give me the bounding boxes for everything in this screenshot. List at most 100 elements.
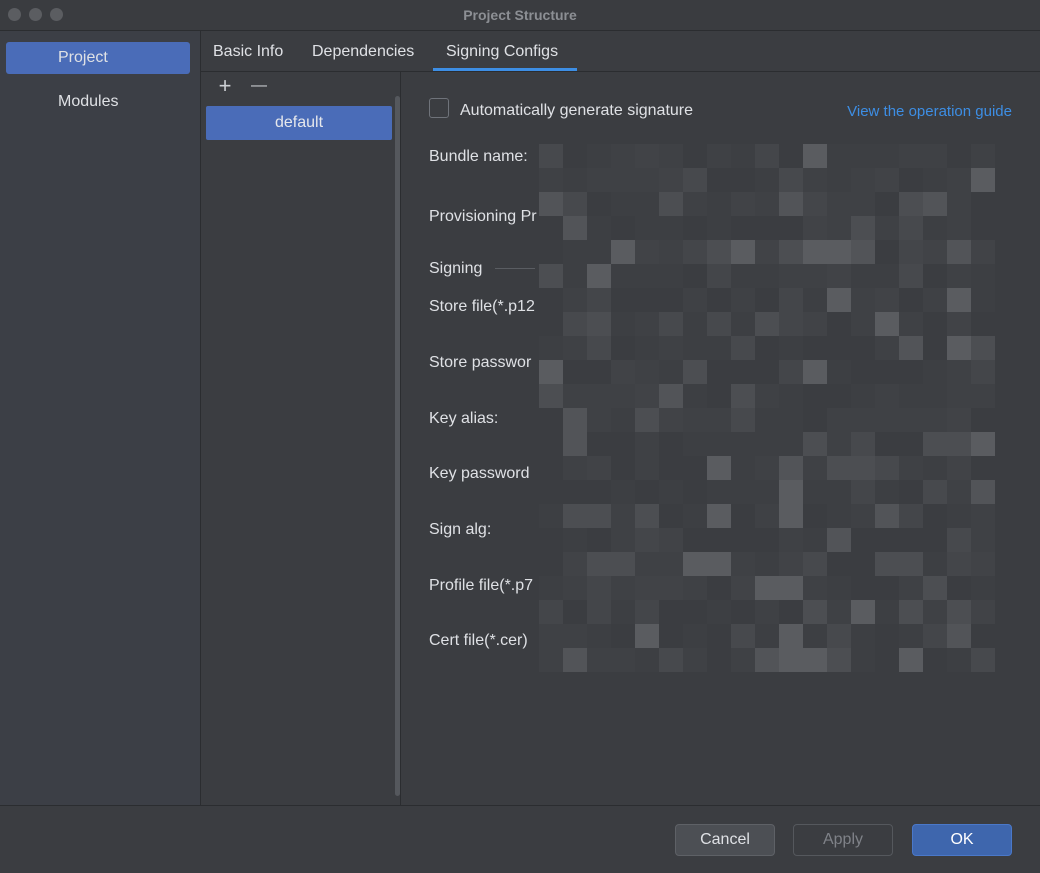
mosaic-tile [563,168,587,192]
mosaic-tile [563,336,587,360]
mosaic-tile [851,192,875,216]
mosaic-tile [563,528,587,552]
mosaic-tile [899,456,923,480]
mosaic-tile [827,576,851,600]
mosaic-tile [587,504,611,528]
mosaic-tile [539,648,563,672]
mosaic-tile [755,264,779,288]
mosaic-tile [539,552,563,576]
config-list-scrollbar[interactable] [395,96,400,796]
sidebar-item-modules[interactable]: Modules [6,86,190,118]
remove-config-button[interactable]: — [247,74,271,98]
mosaic-tile [563,144,587,168]
mosaic-tile [683,144,707,168]
mosaic-tile [827,336,851,360]
mosaic-tile [875,456,899,480]
mosaic-tile [731,504,755,528]
mosaic-tile [803,192,827,216]
mosaic-tile [947,192,971,216]
mosaic-tile [683,216,707,240]
mosaic-tile [803,480,827,504]
mosaic-tile [755,216,779,240]
operation-guide-link[interactable]: View the operation guide [847,103,1012,120]
mosaic-tile [755,576,779,600]
mosaic-tile [755,432,779,456]
mosaic-tile [731,408,755,432]
mosaic-tile [827,456,851,480]
tab-dependencies[interactable]: Dependencies [312,43,414,61]
mosaic-tile [587,168,611,192]
mosaic-tile [635,552,659,576]
mosaic-tile [707,624,731,648]
mosaic-tile [947,312,971,336]
mosaic-tile [899,528,923,552]
mosaic-tile [875,624,899,648]
mosaic-tile [899,624,923,648]
mosaic-tile [659,624,683,648]
mosaic-tile [923,240,947,264]
mosaic-tile [851,456,875,480]
mosaic-tile [827,408,851,432]
mosaic-tile [707,648,731,672]
mosaic-tile [755,288,779,312]
signing-section-divider [495,268,535,269]
mosaic-tile [611,264,635,288]
config-item-default[interactable]: default [206,106,392,140]
mosaic-tile [851,648,875,672]
mosaic-tile [611,144,635,168]
mosaic-tile [611,600,635,624]
mosaic-tile [923,408,947,432]
mosaic-tile [683,648,707,672]
mosaic-tile [563,552,587,576]
mosaic-tile [755,384,779,408]
mosaic-tile [635,216,659,240]
mosaic-tile [899,408,923,432]
auto-generate-signature-checkbox[interactable] [429,98,449,118]
mosaic-tile [731,360,755,384]
mosaic-tile [971,480,995,504]
mosaic-tile [779,456,803,480]
mosaic-tile [707,216,731,240]
ok-button[interactable]: OK [912,824,1012,856]
cancel-button[interactable]: Cancel [675,824,775,856]
mosaic-tile [587,408,611,432]
mosaic-tile [947,600,971,624]
auto-generate-signature-label[interactable]: Automatically generate signature [460,102,693,120]
mosaic-tile [539,288,563,312]
mosaic-tile [539,480,563,504]
mosaic-tile [971,240,995,264]
tab-basic-info[interactable]: Basic Info [213,43,283,61]
mosaic-tile [851,504,875,528]
mosaic-tile [923,432,947,456]
mosaic-tile [635,240,659,264]
sidebar-item-project[interactable]: Project [6,42,190,74]
mosaic-tile [563,408,587,432]
mosaic-tile [779,288,803,312]
mosaic-tile [851,408,875,432]
apply-button[interactable]: Apply [793,824,893,856]
mosaic-tile [851,168,875,192]
add-config-button[interactable]: + [213,74,237,98]
mosaic-tile [539,240,563,264]
mosaic-tile [899,432,923,456]
mosaic-tile [707,144,731,168]
mosaic-tile [731,336,755,360]
mosaic-tile [923,576,947,600]
mosaic-tile [635,192,659,216]
mosaic-tile [563,456,587,480]
mosaic-tile [539,456,563,480]
mosaic-tile [707,504,731,528]
mosaic-tile [659,456,683,480]
mosaic-tile [731,192,755,216]
mosaic-tile [899,360,923,384]
mosaic-tile [707,552,731,576]
mosaic-tile [707,456,731,480]
tab-signing-configs[interactable]: Signing Configs [446,43,558,61]
mosaic-tile [923,216,947,240]
mosaic-tile [683,576,707,600]
mosaic-tile [539,576,563,600]
mosaic-tile [923,264,947,288]
mosaic-tile [947,624,971,648]
mosaic-tile [803,552,827,576]
mosaic-tile [851,336,875,360]
